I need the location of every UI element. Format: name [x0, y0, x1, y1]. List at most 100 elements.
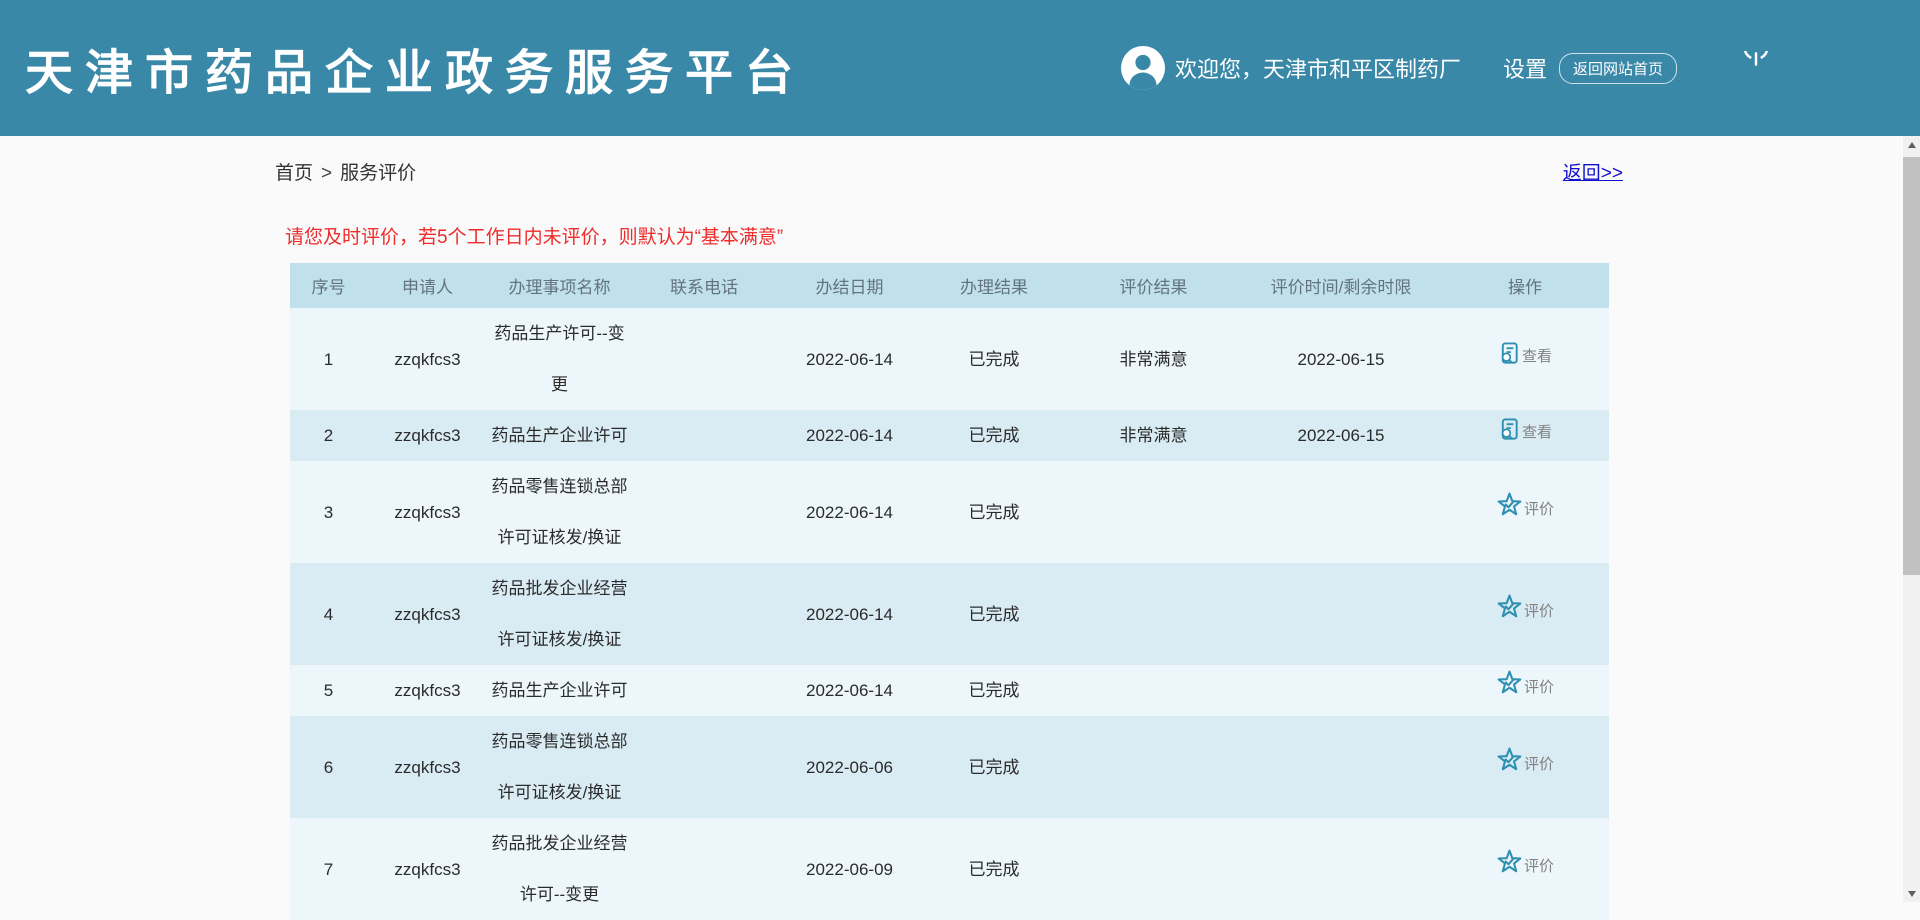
cell-action: 查看	[1441, 410, 1609, 461]
applicant-name: zzqkfcs3	[394, 503, 460, 522]
cell-eval-time	[1241, 563, 1441, 665]
cell-action: 评价	[1441, 716, 1609, 818]
home-page-button[interactable]: 返回网站首页	[1559, 53, 1677, 84]
cell-result: 已完成	[922, 308, 1066, 410]
user-avatar-icon	[1120, 45, 1166, 91]
logout-power-icon[interactable]	[1739, 51, 1773, 85]
scrollbar-thumb[interactable]	[1903, 157, 1920, 575]
table-row: 4 zzqkfcs3 药品批发企业经营许可证核发/换证 2022-06-14 已…	[290, 563, 1609, 665]
scroll-down-arrow-icon	[1908, 891, 1916, 897]
cell-phone	[631, 563, 777, 665]
back-link[interactable]: 返回>>	[1563, 158, 1623, 185]
item-name: 药品批发企业经营许可证核发/换证	[492, 579, 628, 649]
cell-evaluation	[1066, 818, 1241, 920]
cell-applicant: zzqkfcs3	[367, 818, 488, 920]
star-check-icon	[1496, 669, 1523, 696]
item-name: 药品零售连锁总部许可证核发/换证	[492, 477, 628, 547]
cell-eval-time: 2022-06-15	[1241, 308, 1441, 410]
evaluation-time: 2022-06-15	[1298, 426, 1385, 445]
cell-item-name: 药品批发企业经营许可--变更	[488, 818, 631, 920]
cell-no: 3	[290, 461, 367, 563]
table-row: 6 zzqkfcs3 药品零售连锁总部许可证核发/换证 2022-06-06 已…	[290, 716, 1609, 818]
vertical-scrollbar[interactable]	[1903, 136, 1920, 902]
rate-label: 评价	[1524, 603, 1554, 620]
cell-result: 已完成	[922, 461, 1066, 563]
table-row: 2 zzqkfcs3 药品生产企业许可 2022-06-14 已完成 非常满意 …	[290, 410, 1609, 461]
settings-link[interactable]: 设置	[1503, 52, 1547, 84]
breadcrumb-current: 服务评价	[340, 158, 416, 185]
cell-applicant: zzqkfcs3	[367, 410, 488, 461]
breadcrumb-home[interactable]: 首页	[275, 158, 313, 185]
cell-applicant: zzqkfcs3	[367, 716, 488, 818]
evaluation-table: 序号 申请人 办理事项名称 联系电话 办结日期 办理结果 评价结果 评价时间/剩…	[290, 263, 1609, 920]
finish-date: 2022-06-14	[806, 350, 893, 369]
finish-date: 2022-06-09	[806, 860, 893, 879]
cell-eval-time	[1241, 461, 1441, 563]
cell-phone	[631, 716, 777, 818]
view-button[interactable]: 查看	[1498, 418, 1552, 441]
rate-button[interactable]: 评价	[1496, 593, 1554, 620]
cell-item-name: 药品生产企业许可	[488, 665, 631, 716]
applicant-name: zzqkfcs3	[394, 426, 460, 445]
cell-result: 已完成	[922, 665, 1066, 716]
cell-no: 1	[290, 308, 367, 410]
cell-item-name: 药品批发企业经营许可证核发/换证	[488, 563, 631, 665]
cell-action: 评价	[1441, 563, 1609, 665]
rate-button[interactable]: 评价	[1496, 669, 1554, 696]
col-applicant: 申请人	[367, 263, 488, 308]
table-row: 1 zzqkfcs3 药品生产许可--变更 2022-06-14 已完成 非常满…	[290, 308, 1609, 410]
row-number: 5	[324, 681, 333, 700]
table-header-row: 序号 申请人 办理事项名称 联系电话 办结日期 办理结果 评价结果 评价时间/剩…	[290, 263, 1609, 308]
result-status: 已完成	[969, 426, 1020, 445]
view-label: 查看	[1522, 348, 1552, 365]
scroll-down-button[interactable]	[1903, 885, 1920, 902]
rate-button[interactable]: 评价	[1496, 848, 1554, 875]
cell-evaluation: 非常满意	[1066, 410, 1241, 461]
cell-phone	[631, 461, 777, 563]
rate-label: 评价	[1524, 858, 1554, 875]
row-number: 4	[324, 605, 333, 624]
result-status: 已完成	[969, 860, 1020, 879]
result-status: 已完成	[969, 605, 1020, 624]
cell-evaluation	[1066, 665, 1241, 716]
document-search-icon	[1498, 342, 1521, 365]
welcome-text: 欢迎您，天津市和平区制药厂	[1175, 52, 1461, 84]
scroll-up-button[interactable]	[1903, 136, 1920, 153]
notice-text: 请您及时评价，若5个工作日内未评价，则默认为“基本满意”	[285, 222, 1623, 249]
view-button[interactable]: 查看	[1498, 342, 1552, 365]
cell-finish-date: 2022-06-14	[777, 665, 922, 716]
table-row: 7 zzqkfcs3 药品批发企业经营许可--变更 2022-06-09 已完成…	[290, 818, 1609, 920]
evaluation-time: 2022-06-15	[1298, 350, 1385, 369]
cell-evaluation	[1066, 563, 1241, 665]
cell-finish-date: 2022-06-14	[777, 563, 922, 665]
cell-phone	[631, 308, 777, 410]
star-check-icon	[1496, 848, 1523, 875]
cell-no: 5	[290, 665, 367, 716]
cell-no: 2	[290, 410, 367, 461]
finish-date: 2022-06-06	[806, 758, 893, 777]
applicant-name: zzqkfcs3	[394, 860, 460, 879]
rate-button[interactable]: 评价	[1496, 746, 1554, 773]
star-check-icon	[1496, 593, 1523, 620]
app-title: 天津市药品企业政务服务平台	[25, 33, 805, 103]
breadcrumb-separator: >	[321, 163, 332, 185]
cell-action: 评价	[1441, 818, 1609, 920]
header-user-area: 欢迎您，天津市和平区制药厂 设置 返回网站首页	[1120, 45, 1773, 91]
cell-phone	[631, 818, 777, 920]
view-label: 查看	[1522, 424, 1552, 441]
col-finish-date: 办结日期	[777, 263, 922, 308]
cell-item-name: 药品零售连锁总部许可证核发/换证	[488, 461, 631, 563]
cell-finish-date: 2022-06-14	[777, 461, 922, 563]
evaluation-result: 非常满意	[1120, 426, 1188, 445]
cell-evaluation: 非常满意	[1066, 308, 1241, 410]
cell-result: 已完成	[922, 563, 1066, 665]
cell-applicant: zzqkfcs3	[367, 665, 488, 716]
row-number: 1	[324, 350, 333, 369]
rate-label: 评价	[1524, 501, 1554, 518]
evaluation-result: 非常满意	[1120, 350, 1188, 369]
applicant-name: zzqkfcs3	[394, 605, 460, 624]
rate-button[interactable]: 评价	[1496, 491, 1554, 518]
cell-result: 已完成	[922, 716, 1066, 818]
document-search-icon	[1498, 418, 1521, 441]
col-evaluation: 评价结果	[1066, 263, 1241, 308]
